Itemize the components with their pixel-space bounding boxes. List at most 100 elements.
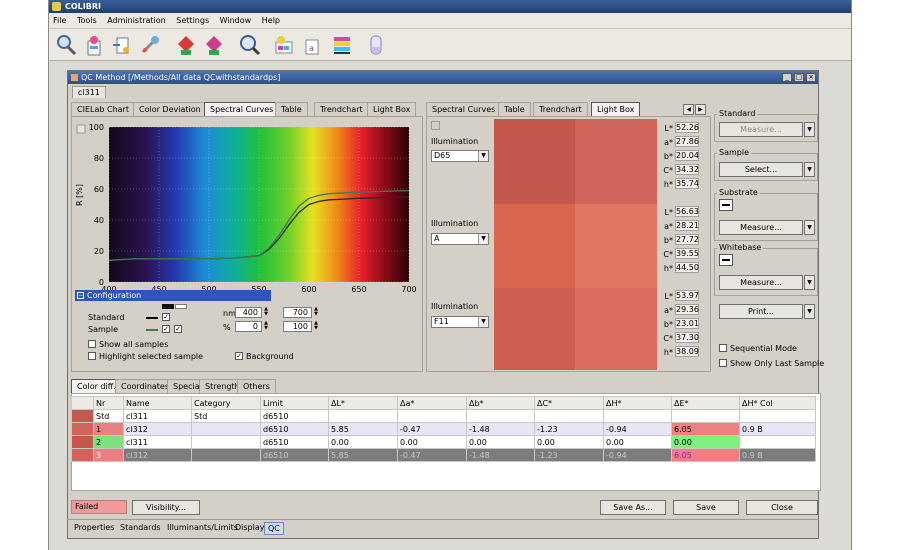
standard-measure-dropdown[interactable]: ▼ bbox=[804, 122, 815, 137]
highlight-selected-checkbox[interactable] bbox=[88, 352, 96, 360]
whitebase-measure-dropdown[interactable]: ▼ bbox=[804, 275, 815, 290]
tab-right-spectral-curves[interactable]: Spectral Curves bbox=[426, 102, 502, 116]
close-button[interactable]: Close bbox=[746, 500, 818, 515]
document-tab[interactable]: cl311 bbox=[72, 86, 106, 98]
tab-right-table[interactable]: Table bbox=[498, 102, 531, 116]
color-swatch-black[interactable] bbox=[162, 304, 174, 309]
column-header[interactable]: Category bbox=[191, 396, 261, 410]
show-all-samples-checkbox[interactable] bbox=[88, 340, 96, 348]
nm-from-input[interactable]: 400 bbox=[235, 307, 262, 318]
menu-file[interactable]: File bbox=[49, 13, 70, 29]
column-header[interactable]: Nr bbox=[93, 396, 124, 410]
tab-display[interactable]: Display bbox=[232, 522, 268, 535]
standard-label: Standard bbox=[88, 313, 125, 322]
column-header[interactable]: Limit bbox=[260, 396, 329, 410]
table-cell bbox=[603, 409, 672, 423]
column-header[interactable]: Δa* bbox=[397, 396, 467, 410]
menu-administration[interactable]: Administration bbox=[103, 13, 170, 29]
search-icon[interactable] bbox=[53, 32, 79, 58]
table-cell: 6.05 bbox=[671, 448, 740, 462]
table-cell: d6510 bbox=[260, 448, 329, 462]
column-header[interactable]: ΔL* bbox=[328, 396, 398, 410]
column-header[interactable]: Δb* bbox=[466, 396, 535, 410]
pct-from-spinner[interactable]: ▲ ▼ bbox=[262, 321, 270, 332]
tab-properties[interactable]: Properties bbox=[71, 522, 117, 535]
illuminant-select-1[interactable]: D65 ▼ bbox=[431, 150, 489, 162]
background-checkbox[interactable]: ✓ bbox=[235, 352, 243, 360]
color-bars-icon[interactable] bbox=[329, 32, 355, 58]
minimize-button[interactable]: _ bbox=[782, 73, 792, 82]
table-row[interactable]: 1 cl312 d6510 5.85 -0.47 -1.48 -1.23 -0.… bbox=[71, 422, 816, 436]
column-header[interactable]: ΔC* bbox=[534, 396, 604, 410]
tab-illuminants-limits[interactable]: Illuminants/Limits bbox=[164, 522, 241, 535]
tab-spectral-curves[interactable]: Spectral Curves bbox=[204, 102, 280, 116]
tab-color-deviation[interactable]: Color Deviation bbox=[133, 102, 207, 116]
show-last-sample-checkbox[interactable] bbox=[719, 359, 727, 367]
save-as-button[interactable]: Save As... bbox=[600, 500, 666, 515]
table-row[interactable]: 3 cl312 d6510 5.85 -0.47 -1.48 -1.23 -0.… bbox=[71, 448, 816, 462]
sample-select-dropdown[interactable]: ▼ bbox=[804, 162, 815, 177]
sample-visible-checkbox[interactable]: ✓ bbox=[162, 325, 170, 333]
whitebase-measure-button[interactable]: Measure... bbox=[719, 275, 803, 290]
print-dropdown[interactable]: ▼ bbox=[804, 304, 815, 319]
tab-cielab-chart[interactable]: CIELab Chart bbox=[71, 102, 135, 116]
table-cell: cl311 bbox=[123, 409, 192, 423]
tools-icon[interactable] bbox=[137, 32, 163, 58]
inspect-icon[interactable] bbox=[237, 32, 263, 58]
nm-to-spinner[interactable]: ▲ ▼ bbox=[312, 307, 320, 318]
prev-arrow-button[interactable]: ◀ bbox=[683, 104, 694, 115]
pct-to-spinner[interactable]: ▲ ▼ bbox=[312, 321, 320, 332]
column-header[interactable]: ΔH* bbox=[603, 396, 672, 410]
vial-icon[interactable] bbox=[363, 32, 389, 58]
color-swatch-white[interactable] bbox=[175, 304, 187, 309]
menu-settings[interactable]: Settings bbox=[172, 13, 213, 29]
column-header[interactable]: ΔE* bbox=[671, 396, 740, 410]
illuminant-value: F11 bbox=[434, 317, 449, 326]
sample-select-button[interactable]: Select... bbox=[719, 162, 803, 177]
pct-from-input[interactable]: 0 bbox=[235, 321, 262, 332]
standard-measure-button[interactable]: Measure... bbox=[719, 122, 803, 137]
menu-tools[interactable]: Tools bbox=[73, 13, 101, 29]
document-icon[interactable]: a bbox=[299, 32, 325, 58]
table-row[interactable]: 2 cl311 d6510 0.00 0.00 0.00 0.00 0.00 0… bbox=[71, 435, 816, 449]
palette-icon[interactable] bbox=[271, 32, 297, 58]
column-header[interactable]: Name bbox=[123, 396, 192, 410]
next-arrow-button[interactable]: ▶ bbox=[695, 104, 706, 115]
substrate-measure-button[interactable]: Measure... bbox=[719, 220, 803, 235]
measure-sample-icon[interactable] bbox=[201, 32, 227, 58]
visibility-button[interactable]: Visibility... bbox=[132, 500, 200, 515]
tab-qc[interactable]: QC bbox=[264, 522, 284, 535]
tab-light-box[interactable]: Light Box bbox=[367, 102, 417, 116]
wizard-icon[interactable] bbox=[81, 32, 107, 58]
save-button[interactable]: Save bbox=[673, 500, 739, 515]
tab-right-light-box[interactable]: Light Box bbox=[591, 102, 641, 116]
nm-to-input[interactable]: 700 bbox=[283, 307, 312, 318]
tab-right-trendchart[interactable]: Trendchart bbox=[533, 102, 588, 116]
configuration-header[interactable]: − Configuration bbox=[75, 290, 271, 301]
illuminant-select-2[interactable]: A ▼ bbox=[431, 233, 489, 245]
table-row[interactable]: Std cl311 Std d6510 bbox=[71, 409, 816, 423]
print-button[interactable]: Print... bbox=[719, 304, 803, 319]
menu-help[interactable]: Help bbox=[258, 13, 284, 29]
import-icon[interactable] bbox=[109, 32, 135, 58]
collapse-icon[interactable]: − bbox=[77, 292, 84, 299]
maximize-button[interactable]: □ bbox=[794, 73, 804, 82]
lab-label: b* bbox=[663, 152, 673, 161]
illuminant-select-3[interactable]: F11 ▼ bbox=[431, 316, 489, 328]
standard-line-swatch bbox=[146, 317, 158, 319]
lightbox-corner-toggle[interactable] bbox=[431, 121, 440, 130]
tab-others[interactable]: Others bbox=[237, 379, 276, 393]
sample-fill-checkbox[interactable]: ✓ bbox=[174, 325, 182, 333]
close-window-button[interactable]: × bbox=[806, 73, 816, 82]
pct-to-input[interactable]: 100 bbox=[283, 321, 312, 332]
tab-table[interactable]: Table bbox=[275, 102, 308, 116]
column-header[interactable]: ΔH* Col bbox=[739, 396, 816, 410]
substrate-measure-dropdown[interactable]: ▼ bbox=[804, 220, 815, 235]
tab-standards[interactable]: Standards bbox=[117, 522, 164, 535]
nm-from-spinner[interactable]: ▲ ▼ bbox=[262, 307, 270, 318]
standard-visible-checkbox[interactable]: ✓ bbox=[162, 313, 170, 321]
tab-trendchart[interactable]: Trendchart bbox=[314, 102, 369, 116]
sequential-mode-checkbox[interactable] bbox=[719, 344, 727, 352]
measure-standard-icon[interactable] bbox=[173, 32, 199, 58]
menu-window[interactable]: Window bbox=[216, 13, 256, 29]
